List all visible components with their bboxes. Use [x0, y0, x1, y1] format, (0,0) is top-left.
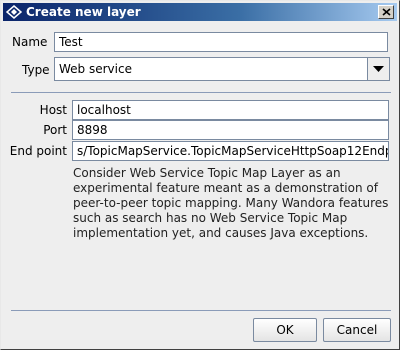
type-select-value: Web service: [59, 62, 132, 76]
name-label: Name: [12, 35, 48, 49]
port-input[interactable]: 8898: [72, 120, 389, 140]
name-input[interactable]: Test: [54, 32, 388, 52]
port-label: Port: [43, 123, 67, 137]
host-label: Host: [39, 103, 67, 117]
cancel-button[interactable]: Cancel: [323, 318, 391, 342]
ok-button[interactable]: OK: [253, 318, 317, 342]
endpoint-input[interactable]: s/TopicMapService.TopicMapServiceHttpSoa…: [72, 141, 389, 161]
type-dropdown-button[interactable]: [367, 58, 389, 80]
endpoint-label: End point: [9, 144, 67, 158]
type-select[interactable]: Web service: [54, 57, 390, 81]
top-separator: [11, 92, 391, 93]
host-input[interactable]: localhost: [72, 100, 389, 120]
window-title: Create new layer: [26, 5, 141, 19]
type-label: Type: [22, 63, 50, 77]
title-bar[interactable]: Create new layer: [3, 3, 397, 21]
web-service-warning-note: Consider Web Service Topic Map Layer as …: [73, 166, 389, 240]
close-button[interactable]: [378, 5, 394, 19]
diamond-app-icon: [5, 5, 23, 19]
create-layer-dialog: Create new layer Name Test Type Web serv…: [0, 0, 400, 350]
bottom-separator: [11, 310, 391, 311]
